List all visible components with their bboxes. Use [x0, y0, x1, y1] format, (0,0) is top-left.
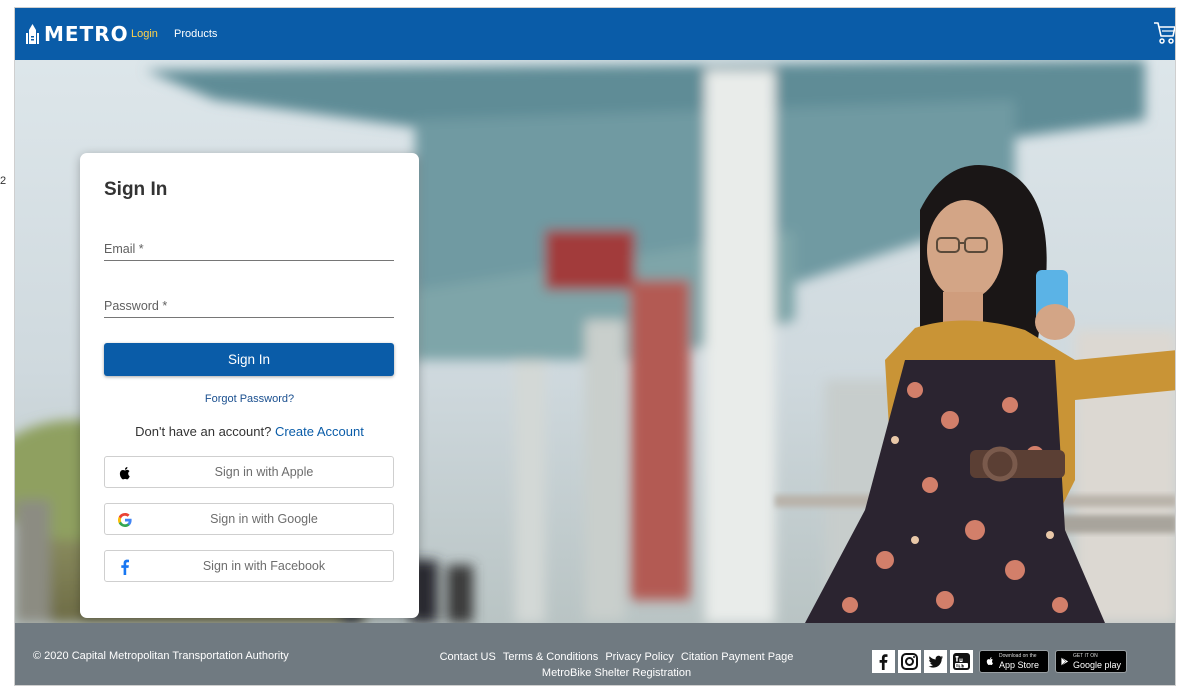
copyright-text: © 2020 Capital Metropolitan Transportati…	[33, 650, 289, 662]
signin-card: Sign In Email * Password * Sign In Forgo…	[80, 153, 419, 618]
footer-link-terms[interactable]: Terms & Conditions	[503, 651, 598, 663]
hero-background: Sign In Email * Password * Sign In Forgo…	[15, 60, 1175, 623]
signin-title: Sign In	[104, 179, 168, 200]
top-navigation-bar: METRO Login Products	[15, 8, 1176, 60]
nav-login-link[interactable]: Login	[131, 27, 158, 41]
signin-button[interactable]: Sign In	[104, 343, 394, 376]
password-input[interactable]	[104, 296, 394, 317]
site-footer: © 2020 Capital Metropolitan Transportati…	[15, 623, 1175, 685]
facebook-icon	[121, 559, 129, 575]
signin-apple-label: Sign in with Apple	[214, 465, 314, 479]
google-icon	[118, 513, 132, 527]
password-field[interactable]: Password *	[104, 296, 394, 318]
create-account-link[interactable]: Create Account	[275, 424, 364, 439]
browser-viewport: METRO Login Products Sign In Email * Pas…	[14, 7, 1176, 686]
apple-icon	[119, 467, 130, 480]
footer-link-privacy[interactable]: Privacy Policy	[605, 651, 673, 663]
signin-google-button[interactable]: Sign in with Google	[104, 503, 394, 535]
google-play-badge[interactable]: GET IT ON Google play	[1055, 649, 1127, 673]
email-input[interactable]	[104, 239, 394, 260]
app-store-big-text: App Store	[999, 660, 1040, 670]
footer-link-contact[interactable]: Contact US	[440, 651, 496, 663]
signup-prompt-row: Don't have an account? Create Account	[80, 424, 419, 439]
signin-apple-button[interactable]: Sign in with Apple	[104, 456, 394, 488]
footer-social-row: Download on the App Store GET IT ON Goog…	[872, 649, 1127, 673]
footer-links: Contact US Terms & Conditions Privacy Po…	[429, 649, 804, 681]
twitter-icon[interactable]	[924, 649, 947, 673]
signin-facebook-label: Sign in with Facebook	[202, 559, 326, 573]
edge-artifact: 2	[0, 175, 7, 187]
apple-icon	[986, 657, 993, 665]
forgot-password-link[interactable]: Forgot Password?	[80, 393, 419, 405]
google-play-text: GET IT ON Google play	[1073, 652, 1121, 670]
google-play-big-text: Google play	[1072, 660, 1121, 670]
footer-link-citation[interactable]: Citation Payment Page	[681, 651, 794, 663]
metro-logo-icon	[26, 24, 39, 44]
email-field[interactable]: Email *	[104, 239, 394, 261]
metro-logo[interactable]: METRO	[26, 21, 129, 47]
app-store-badge[interactable]: Download on the App Store	[979, 649, 1049, 673]
cart-icon[interactable]	[1153, 20, 1176, 46]
signin-google-label: Sign in with Google	[210, 512, 318, 526]
google-play-icon	[1061, 656, 1069, 666]
facebook-icon[interactable]	[872, 649, 895, 673]
signup-prompt-text: Don't have an account?	[135, 424, 272, 439]
instagram-icon[interactable]	[898, 649, 921, 673]
nav-products-link[interactable]: Products	[174, 27, 217, 41]
signin-facebook-button[interactable]: Sign in with Facebook	[104, 550, 394, 582]
youtube-icon[interactable]	[950, 649, 973, 673]
footer-link-metrobike[interactable]: MetroBike Shelter Registration	[542, 667, 691, 679]
logo-text: METRO	[44, 22, 129, 46]
app-store-text: Download on the App Store	[999, 652, 1039, 670]
